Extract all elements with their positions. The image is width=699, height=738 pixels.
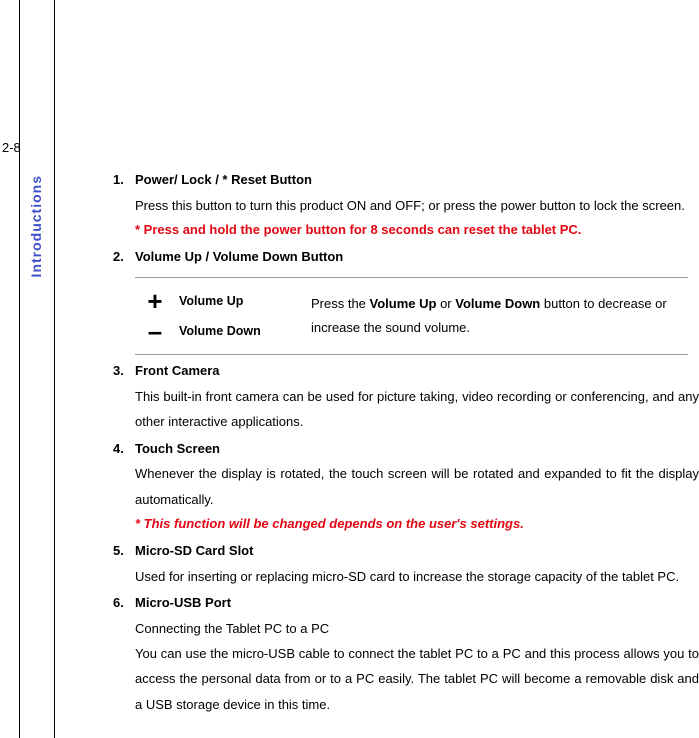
item-title: Front Camera: [135, 363, 220, 378]
volume-down-row: – Volume Down: [141, 318, 299, 344]
item-body: You can use the micro-USB cable to conne…: [135, 641, 699, 717]
item-body: Whenever the display is rotated, the tou…: [135, 461, 699, 512]
minus-icon: –: [141, 318, 169, 344]
item-title: Micro-USB Port: [135, 595, 231, 610]
list-item: Front Camera This built-in front camera …: [113, 359, 699, 434]
content: Power/ Lock / * Reset Button Press this …: [55, 0, 699, 738]
bold-text: Volume Up: [370, 296, 437, 311]
list-item: Micro-SD Card Slot Used for inserting or…: [113, 539, 699, 589]
page-number: 2-8: [2, 140, 21, 155]
item-body: This built-in front camera can be used f…: [135, 384, 699, 435]
volume-up-row: + Volume Up: [141, 288, 299, 314]
left-margin: [0, 0, 20, 738]
item-body: Connecting the Tablet PC to a PC: [135, 616, 699, 641]
item-body: Press this button to turn this product O…: [135, 193, 699, 218]
warning-text: * Press and hold the power button for 8 …: [135, 218, 699, 243]
list-item: Micro-USB Port Connecting the Tablet PC …: [113, 591, 699, 717]
item-title: Power/ Lock / * Reset Button: [135, 172, 312, 187]
item-title: Volume Up / Volume Down Button: [135, 249, 343, 264]
bold-text: Volume Down: [455, 296, 540, 311]
item-title: Micro-SD Card Slot: [135, 543, 253, 558]
plus-icon: +: [141, 288, 169, 314]
list-item: Power/ Lock / * Reset Button Press this …: [113, 168, 699, 243]
sidebar: 2-8 Introductions: [20, 0, 55, 738]
volume-description: Press the Volume Up or Volume Down butto…: [311, 292, 682, 341]
feature-list: Power/ Lock / * Reset Button Press this …: [113, 168, 699, 717]
warning-text-italic: * This function will be changed depends …: [135, 512, 699, 537]
side-label: Introductions: [28, 175, 44, 277]
text: Press the: [311, 296, 370, 311]
list-item: Touch Screen Whenever the display is rot…: [113, 437, 699, 537]
volume-table: + Volume Up – Volume Down Press the Volu…: [135, 277, 688, 355]
item-body: Used for inserting or replacing micro-SD…: [135, 564, 699, 589]
volume-down-label: Volume Down: [179, 320, 261, 344]
page: 2-8 Introductions Power/ Lock / * Reset …: [0, 0, 699, 738]
list-item: Volume Up / Volume Down Button + Volume …: [113, 245, 699, 356]
volume-up-label: Volume Up: [179, 290, 243, 314]
text: or: [436, 296, 455, 311]
item-title: Touch Screen: [135, 441, 220, 456]
